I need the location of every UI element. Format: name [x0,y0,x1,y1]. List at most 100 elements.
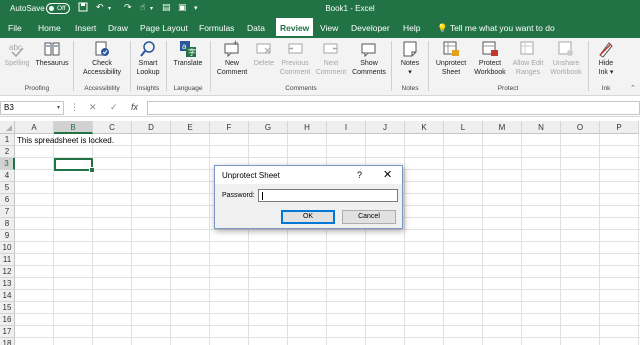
tab-insert[interactable]: Insert [75,18,96,38]
enter-icon[interactable]: ✓ [110,102,118,113]
tab-view[interactable]: View [320,18,338,38]
row-header-9[interactable]: 9 [0,230,15,242]
title-bar: AutoSave Off ↶ ▾ ↷ ☝ ▾ ▤ ▣ ▾ Book1 - Exc… [0,0,640,18]
column-header-i[interactable]: I [327,121,366,134]
row-header-7[interactable]: 7 [0,206,15,218]
column-header-f[interactable]: F [210,121,249,134]
row-header-4[interactable]: 4 [0,170,15,182]
row-header-11[interactable]: 11 [0,254,15,266]
tab-data[interactable]: Data [247,18,265,38]
gridline-horizontal [15,241,640,242]
group-comments: Comments [285,85,317,92]
unprotect-sheet-button[interactable]: Unprotect Sheet [431,40,471,77]
column-header-l[interactable]: L [444,121,483,134]
column-header-e[interactable]: E [171,121,210,134]
allow-edit-ranges-button[interactable]: Allow Edit Ranges [509,40,547,77]
tell-me-search[interactable]: 💡 Tell me what you want to do [437,18,555,38]
row-header-1[interactable]: 1 [0,134,15,146]
protect-workbook-button[interactable]: Protect Workbook [472,40,508,77]
column-header-d[interactable]: D [132,121,171,134]
ribbon-separator [428,41,429,91]
insert-function-icon[interactable]: fx [131,102,138,112]
notes-dropdown-icon: ▾ [408,68,412,76]
allow-edit-ranges-icon [520,41,534,55]
row-header-3[interactable]: 3 [0,158,15,170]
group-insights: Insights [136,85,160,92]
row-header-17[interactable]: 17 [0,326,15,338]
cancel-button[interactable]: Cancel [342,210,396,224]
column-header-m[interactable]: M [483,121,522,134]
row-header-13[interactable]: 13 [0,278,15,290]
notes-button[interactable]: Notes ▾ [395,40,425,77]
unshare-workbook-icon [558,41,573,56]
check-accessibility-button[interactable]: Check Accessibility [76,40,128,77]
show-comments-icon [361,43,376,58]
select-all-button[interactable] [0,121,15,134]
column-header-c[interactable]: C [93,121,132,134]
column-header-b[interactable]: B [54,121,93,134]
gridline-horizontal [15,157,640,158]
gridline-horizontal [15,277,640,278]
name-box-dropdown-icon[interactable]: ▾ [57,102,60,114]
unshare-workbook-button[interactable]: Unshare Workbook [548,40,584,77]
collapse-ribbon-icon[interactable]: ⌃ [630,84,636,92]
row-header-18[interactable]: 18 [0,338,15,345]
ribbon-review: abc Spelling Thesaurus Proofing Check Ac… [0,38,640,96]
previous-comment-button[interactable]: Previous Comment [278,40,312,77]
next-comment-icon [323,43,338,54]
ok-button[interactable]: OK [281,210,335,224]
row-header-8[interactable]: 8 [0,218,15,230]
tab-formulas[interactable]: Formulas [199,18,234,38]
tab-file[interactable]: File [8,18,22,38]
column-header-o[interactable]: O [561,121,600,134]
cancel-entry-icon[interactable]: ✕ [89,102,97,113]
smart-lookup-button[interactable]: Smart Lookup [133,40,163,77]
tab-page-layout[interactable]: Page Layout [140,18,188,38]
help-icon[interactable]: ? [357,170,362,180]
show-comments-button[interactable]: Show Comments [350,40,388,77]
column-header-a[interactable]: A [15,121,54,134]
notes-icon [403,41,417,57]
hide-ink-button[interactable]: Hide Ink ▾ [592,40,620,77]
column-header-p[interactable]: P [600,121,639,134]
column-header-h[interactable]: H [288,121,327,134]
row-header-2[interactable]: 2 [0,146,15,158]
accessibility-icon [95,41,109,56]
thesaurus-button[interactable]: Thesaurus [34,40,70,69]
translate-icon: a字 [180,41,196,57]
tab-draw[interactable]: Draw [108,18,128,38]
translate-button[interactable]: a字 Translate [169,40,207,69]
formula-input[interactable] [147,101,640,115]
spelling-button[interactable]: abc Spelling [2,40,32,69]
more-options-icon[interactable]: ⋮ [70,102,79,113]
name-box[interactable]: B3 ▾ [0,101,64,115]
gridline-horizontal [15,145,640,146]
cell-a1[interactable]: This spreadsheet is locked. [17,136,114,145]
row-header-10[interactable]: 10 [0,242,15,254]
row-header-12[interactable]: 12 [0,266,15,278]
tab-review[interactable]: Review [276,18,314,38]
spelling-icon: abc [9,43,24,58]
selected-cell-b3[interactable] [54,158,95,173]
row-header-15[interactable]: 15 [0,302,15,314]
tab-developer[interactable]: Developer [351,18,390,38]
next-comment-button[interactable]: Next Comment [314,40,348,77]
tab-home[interactable]: Home [38,18,61,38]
delete-comment-button[interactable]: Delete [252,40,276,69]
row-header-6[interactable]: 6 [0,194,15,206]
gridline-horizontal [15,229,640,230]
hide-ink-icon [599,42,613,58]
worksheet-grid[interactable]: ABCDEFGHIJKLMNOP 1 2 3 4 5 6 7 8 9 10 11 12 13 14 15 16… [0,121,640,345]
new-comment-button[interactable]: + New Comment [213,40,251,77]
tell-me-text: Tell me what you want to do [449,23,555,33]
column-header-j[interactable]: J [366,121,405,134]
column-header-n[interactable]: N [522,121,561,134]
row-header-14[interactable]: 14 [0,290,15,302]
row-header-5[interactable]: 5 [0,182,15,194]
row-header-16[interactable]: 16 [0,314,15,326]
column-header-g[interactable]: G [249,121,288,134]
close-icon[interactable]: ✕ [383,168,392,181]
password-input[interactable] [258,189,398,202]
column-header-k[interactable]: K [405,121,444,134]
tab-help[interactable]: Help [403,18,420,38]
